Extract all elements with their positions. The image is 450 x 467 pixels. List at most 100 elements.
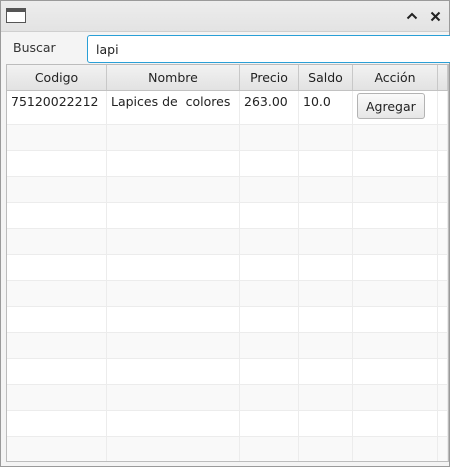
table-cell-empty (107, 385, 240, 411)
table-cell-empty (438, 359, 448, 385)
table-cell-empty (438, 177, 448, 203)
table-cell-empty (438, 203, 448, 229)
close-button[interactable] (426, 7, 444, 25)
table-cell-empty (353, 125, 438, 151)
table-cell-empty (353, 255, 438, 281)
table-cell-empty (107, 437, 240, 461)
cell-precio: 263.00 (240, 91, 299, 125)
table-cell-empty (107, 151, 240, 177)
title-bar[interactable] (1, 1, 449, 32)
table-cell-empty (299, 333, 353, 359)
table-cell-empty (240, 359, 299, 385)
cell-codigo: 75120022212 (7, 91, 107, 125)
table-cell-empty (353, 333, 438, 359)
table-row-empty[interactable] (7, 437, 448, 461)
cell-nombre: Lapices de colores (107, 91, 240, 125)
cell-filler (438, 91, 448, 125)
table-body: 75120022212 Lapices de colores 263.00 10… (7, 91, 448, 461)
table-cell-empty (107, 229, 240, 255)
column-header-codigo[interactable]: Codigo (7, 65, 107, 90)
table-cell-empty (438, 385, 448, 411)
table-cell-empty (7, 385, 107, 411)
cell-accion: Agregar (353, 91, 438, 125)
table-cell-empty (438, 125, 448, 151)
table-cell-empty (299, 281, 353, 307)
table-cell-empty (240, 333, 299, 359)
table-cell-empty (7, 177, 107, 203)
table-cell-empty (353, 229, 438, 255)
table-cell-empty (7, 151, 107, 177)
table-cell-empty (353, 307, 438, 333)
table-cell-empty (438, 307, 448, 333)
table-cell-empty (107, 333, 240, 359)
table-cell-empty (7, 411, 107, 437)
app-window: Buscar Codigo Nombre Precio Saldo Acción… (0, 0, 450, 467)
table-cell-empty (107, 307, 240, 333)
table-cell-empty (299, 229, 353, 255)
table-cell-empty (7, 307, 107, 333)
table-cell-empty (438, 411, 448, 437)
column-header-saldo[interactable]: Saldo (299, 65, 353, 90)
table-cell-empty (7, 333, 107, 359)
table-cell-empty (299, 203, 353, 229)
table-cell-empty (107, 359, 240, 385)
table-cell-empty (7, 281, 107, 307)
table-cell-empty (438, 281, 448, 307)
table-cell-empty (107, 125, 240, 151)
table-row-empty[interactable] (7, 151, 448, 177)
table-cell-empty (240, 385, 299, 411)
table-cell-empty (438, 229, 448, 255)
close-icon (430, 11, 440, 21)
table-row-empty[interactable] (7, 333, 448, 359)
table-row-empty[interactable] (7, 281, 448, 307)
table-cell-empty (353, 385, 438, 411)
table-cell-empty (240, 437, 299, 461)
search-row: Buscar (1, 32, 450, 64)
products-table: Codigo Nombre Precio Saldo Acción 751200… (6, 64, 449, 462)
window-icon (6, 8, 26, 23)
table-cell-empty (299, 359, 353, 385)
table-cell-empty (7, 125, 107, 151)
maximize-button[interactable] (403, 7, 421, 25)
table-row-empty[interactable] (7, 255, 448, 281)
table-cell-empty (107, 177, 240, 203)
column-header-nombre[interactable]: Nombre (107, 65, 240, 90)
table-cell-empty (240, 229, 299, 255)
table-cell-empty (353, 177, 438, 203)
table-row-empty[interactable] (7, 359, 448, 385)
table-row-empty[interactable] (7, 307, 448, 333)
table-row-empty[interactable] (7, 385, 448, 411)
table-cell-empty (240, 125, 299, 151)
column-header-precio[interactable]: Precio (240, 65, 299, 90)
table-row-empty[interactable] (7, 177, 448, 203)
table-cell-empty (438, 151, 448, 177)
table-cell-empty (240, 151, 299, 177)
table-cell-empty (240, 255, 299, 281)
table-cell-empty (299, 255, 353, 281)
table-cell-empty (7, 255, 107, 281)
table-row-empty[interactable] (7, 203, 448, 229)
table-cell-empty (7, 359, 107, 385)
table-cell-empty (438, 437, 448, 461)
table-cell-empty (7, 203, 107, 229)
table-cell-empty (353, 203, 438, 229)
table-row-empty[interactable] (7, 125, 448, 151)
table-cell-empty (299, 411, 353, 437)
table-cell-empty (299, 385, 353, 411)
table-row[interactable]: 75120022212 Lapices de colores 263.00 10… (7, 91, 448, 125)
table-cell-empty (107, 203, 240, 229)
table-cell-empty (240, 307, 299, 333)
table-row-empty[interactable] (7, 411, 448, 437)
table-cell-empty (299, 151, 353, 177)
table-cell-empty (7, 229, 107, 255)
chevron-up-icon (406, 12, 418, 20)
add-button[interactable]: Agregar (357, 93, 425, 119)
table-row-empty[interactable] (7, 229, 448, 255)
table-cell-empty (240, 411, 299, 437)
table-cell-empty (299, 177, 353, 203)
table-cell-empty (353, 281, 438, 307)
search-input[interactable] (87, 35, 450, 63)
table-cell-empty (299, 125, 353, 151)
table-cell-empty (353, 411, 438, 437)
column-header-accion[interactable]: Acción (353, 65, 438, 90)
